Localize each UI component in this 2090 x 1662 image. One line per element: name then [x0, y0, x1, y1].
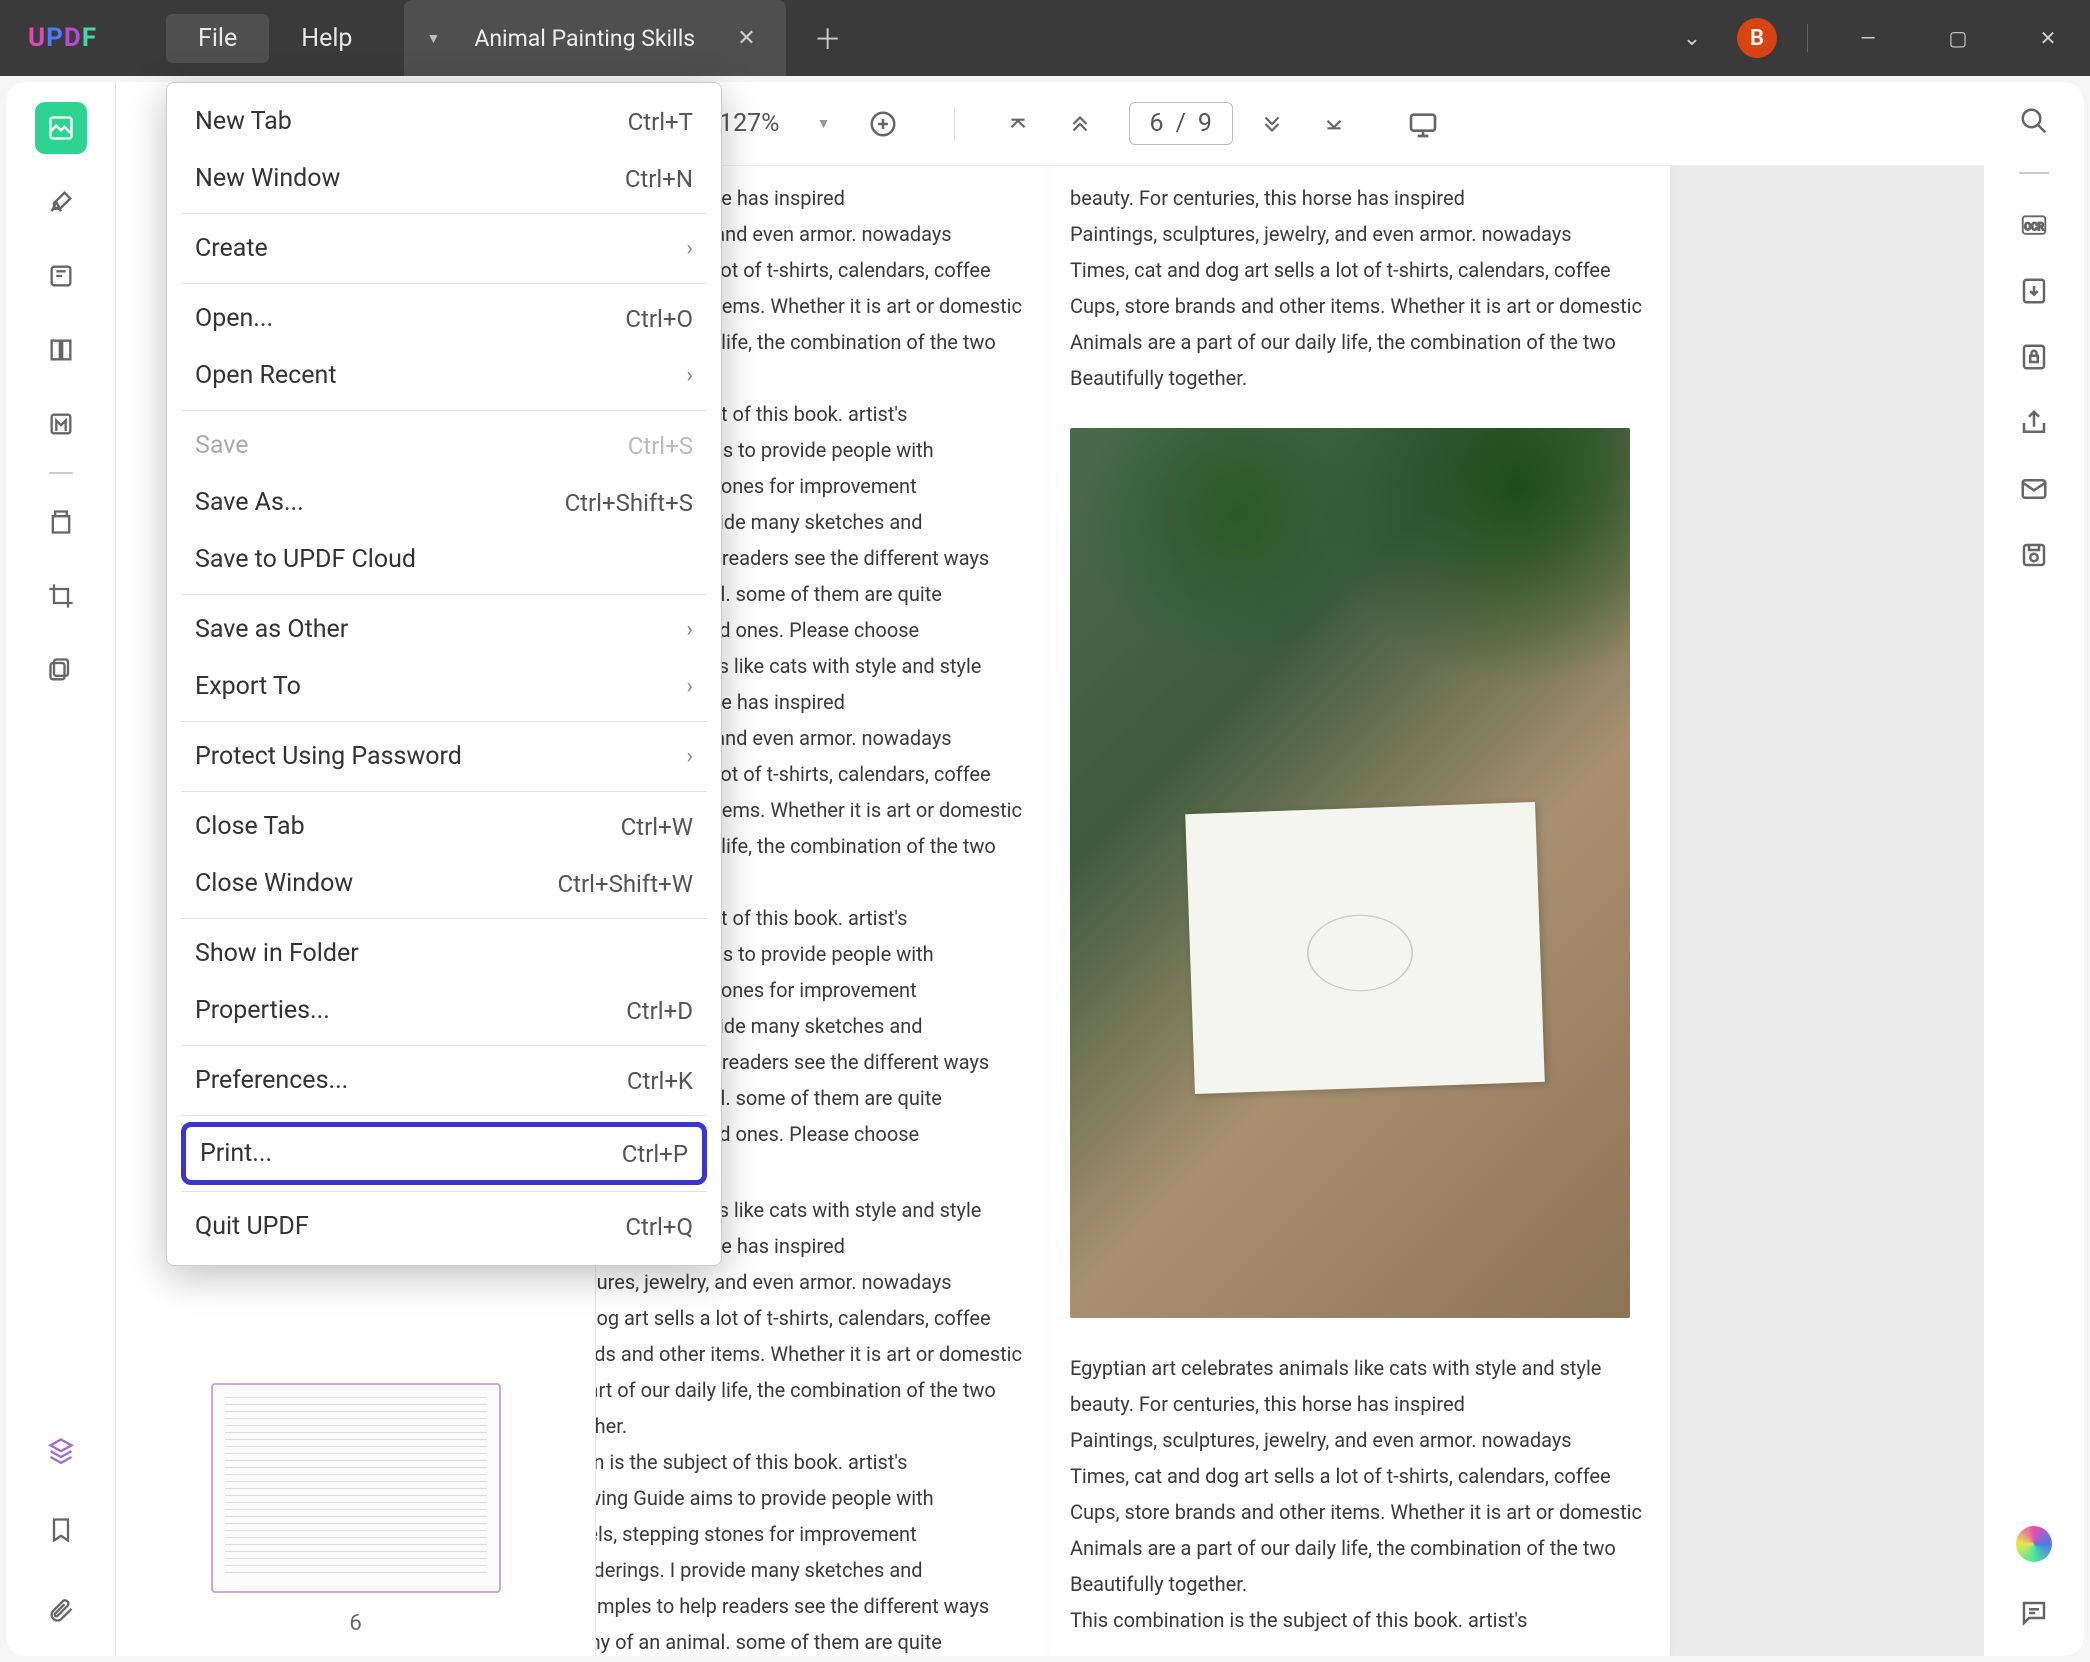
tab-close-icon[interactable]: ✕	[729, 26, 763, 51]
window-minimize-icon[interactable]: —	[1838, 13, 1898, 63]
layers-icon[interactable]	[35, 1424, 87, 1476]
page-tool-icon[interactable]	[35, 324, 87, 376]
thumbnails-tool-icon[interactable]	[35, 102, 87, 154]
divider	[1807, 24, 1808, 52]
share-icon[interactable]	[2019, 408, 2049, 438]
menu-file[interactable]: File	[166, 14, 269, 63]
convert-icon[interactable]	[2019, 276, 2049, 306]
page-number-input[interactable]: 6 / 9	[1129, 102, 1233, 145]
app-logo: UPDF	[28, 18, 138, 58]
page-current: 6	[1150, 109, 1164, 138]
body-line: Animals are a part of our daily life, th…	[1070, 324, 1650, 360]
bookmark-icon[interactable]	[35, 1504, 87, 1556]
menu-save-other[interactable]: Save as Other›	[167, 601, 721, 658]
file-menu-dropdown: New TabCtrl+T New WindowCtrl+N Create› O…	[166, 82, 722, 1266]
menu-help[interactable]: Help	[269, 14, 384, 63]
page-image	[1070, 428, 1630, 1318]
menu-new-window[interactable]: New WindowCtrl+N	[167, 150, 721, 207]
tab-title: Animal Painting Skills	[474, 25, 695, 52]
page-total: 9	[1198, 109, 1212, 138]
page-sep: /	[1176, 109, 1186, 138]
menu-quit[interactable]: Quit UPDFCtrl+Q	[167, 1198, 721, 1255]
window-maximize-icon[interactable]: ▢	[1928, 13, 1988, 63]
menu-print[interactable]: Print...Ctrl+P	[181, 1122, 707, 1185]
menu-new-tab[interactable]: New TabCtrl+T	[167, 93, 721, 150]
next-page-icon[interactable]	[1259, 111, 1295, 137]
svg-text:OCR: OCR	[2024, 222, 2044, 233]
menu-properties[interactable]: Properties...Ctrl+D	[167, 982, 721, 1039]
menu-close-window[interactable]: Close WindowCtrl+Shift+W	[167, 855, 721, 912]
presentation-icon[interactable]	[1407, 108, 1443, 140]
body-line: Egyptian art celebrates animals like cat…	[1070, 1350, 1650, 1386]
crop-tool-icon[interactable]	[35, 570, 87, 622]
document-tab[interactable]: ▼ Animal Painting Skills ✕	[404, 0, 785, 76]
organize-tool-icon[interactable]	[35, 496, 87, 548]
body-line: beauty. For centuries, this horse has in…	[1070, 1386, 1650, 1422]
body-line: Times, cat and dog art sells a lot of t-…	[1070, 252, 1650, 288]
menu-protect[interactable]: Protect Using Password›	[167, 728, 721, 785]
menu-create[interactable]: Create›	[167, 220, 721, 277]
toolbar-divider	[954, 107, 955, 141]
ocr-icon[interactable]: OCR	[2019, 210, 2049, 240]
menu-close-tab[interactable]: Close TabCtrl+W	[167, 798, 721, 855]
menu-save-cloud[interactable]: Save to UPDF Cloud	[167, 531, 721, 588]
menu-show-folder[interactable]: Show in Folder	[167, 925, 721, 982]
comment-panel-icon[interactable]	[2019, 1598, 2049, 1628]
thumbnail-number: 6	[349, 1611, 361, 1636]
first-page-icon[interactable]	[1005, 111, 1041, 137]
body-line: Beautifully together.	[1070, 1566, 1650, 1602]
ai-assistant-icon[interactable]	[2016, 1526, 2052, 1562]
body-line: beauty. For centuries, this horse has in…	[1070, 180, 1650, 216]
menu-save: SaveCtrl+S	[167, 417, 721, 474]
right-rail: OCR	[1984, 82, 2084, 1656]
body-line: Beautifully together.	[1070, 360, 1650, 396]
zoom-level[interactable]: 127%	[719, 109, 779, 138]
tabs-list-icon[interactable]: ⌄	[1677, 23, 1707, 53]
attachment-icon[interactable]	[35, 1584, 87, 1636]
window-close-icon[interactable]: ✕	[2018, 13, 2078, 63]
chevron-right-icon: ›	[686, 744, 693, 769]
chevron-right-icon: ›	[686, 617, 693, 642]
zoom-in-icon[interactable]	[868, 109, 904, 139]
menu-open-recent[interactable]: Open Recent›	[167, 347, 721, 404]
body-line: Cups, store brands and other items. Whet…	[1070, 1494, 1650, 1530]
body-line: Animals are a part of our daily life, th…	[1070, 1530, 1650, 1566]
body-line: Cups, store brands and other items. Whet…	[1070, 288, 1650, 324]
menu-save-as[interactable]: Save As...Ctrl+Shift+S	[167, 474, 721, 531]
rail-separator	[49, 472, 73, 474]
left-rail	[6, 82, 116, 1656]
add-tab-button[interactable]: ＋	[814, 18, 842, 58]
form-tool-icon[interactable]	[35, 398, 87, 450]
email-icon[interactable]	[2019, 474, 2049, 504]
stamp-tool-icon[interactable]	[35, 644, 87, 696]
last-page-icon[interactable]	[1321, 111, 1357, 137]
search-icon[interactable]	[2019, 106, 2049, 136]
protect-icon[interactable]	[2019, 342, 2049, 372]
zoom-dropdown-icon[interactable]: ▼	[806, 115, 842, 132]
chevron-right-icon: ›	[686, 236, 693, 261]
user-avatar[interactable]: B	[1737, 18, 1777, 58]
prev-page-icon[interactable]	[1067, 111, 1103, 137]
menu-preferences[interactable]: Preferences...Ctrl+K	[167, 1052, 721, 1109]
edit-tool-icon[interactable]	[35, 250, 87, 302]
body-line: Times, cat and dog art sells a lot of t-…	[1070, 1458, 1650, 1494]
body-line: This combination is the subject of this …	[1070, 1602, 1650, 1638]
chevron-right-icon: ›	[686, 674, 693, 699]
chevron-right-icon: ›	[686, 363, 693, 388]
tab-dropdown-icon[interactable]: ▼	[426, 30, 440, 47]
body-line: Paintings, sculptures, jewelry, and even…	[1070, 1422, 1650, 1458]
page-right: beauty. For centuries, this horse has in…	[1050, 166, 1670, 1656]
menubar: File Help	[166, 14, 384, 63]
titlebar: UPDF File Help ▼ Animal Painting Skills …	[0, 0, 2090, 76]
page-thumbnail[interactable]	[211, 1383, 501, 1593]
rail-separator	[2019, 172, 2049, 174]
body-line: Paintings, sculptures, jewelry, and even…	[1070, 216, 1650, 252]
menu-open[interactable]: Open...Ctrl+O	[167, 290, 721, 347]
comment-tool-icon[interactable]	[35, 176, 87, 228]
menu-export[interactable]: Export To›	[167, 658, 721, 715]
save-icon[interactable]	[2019, 540, 2049, 570]
